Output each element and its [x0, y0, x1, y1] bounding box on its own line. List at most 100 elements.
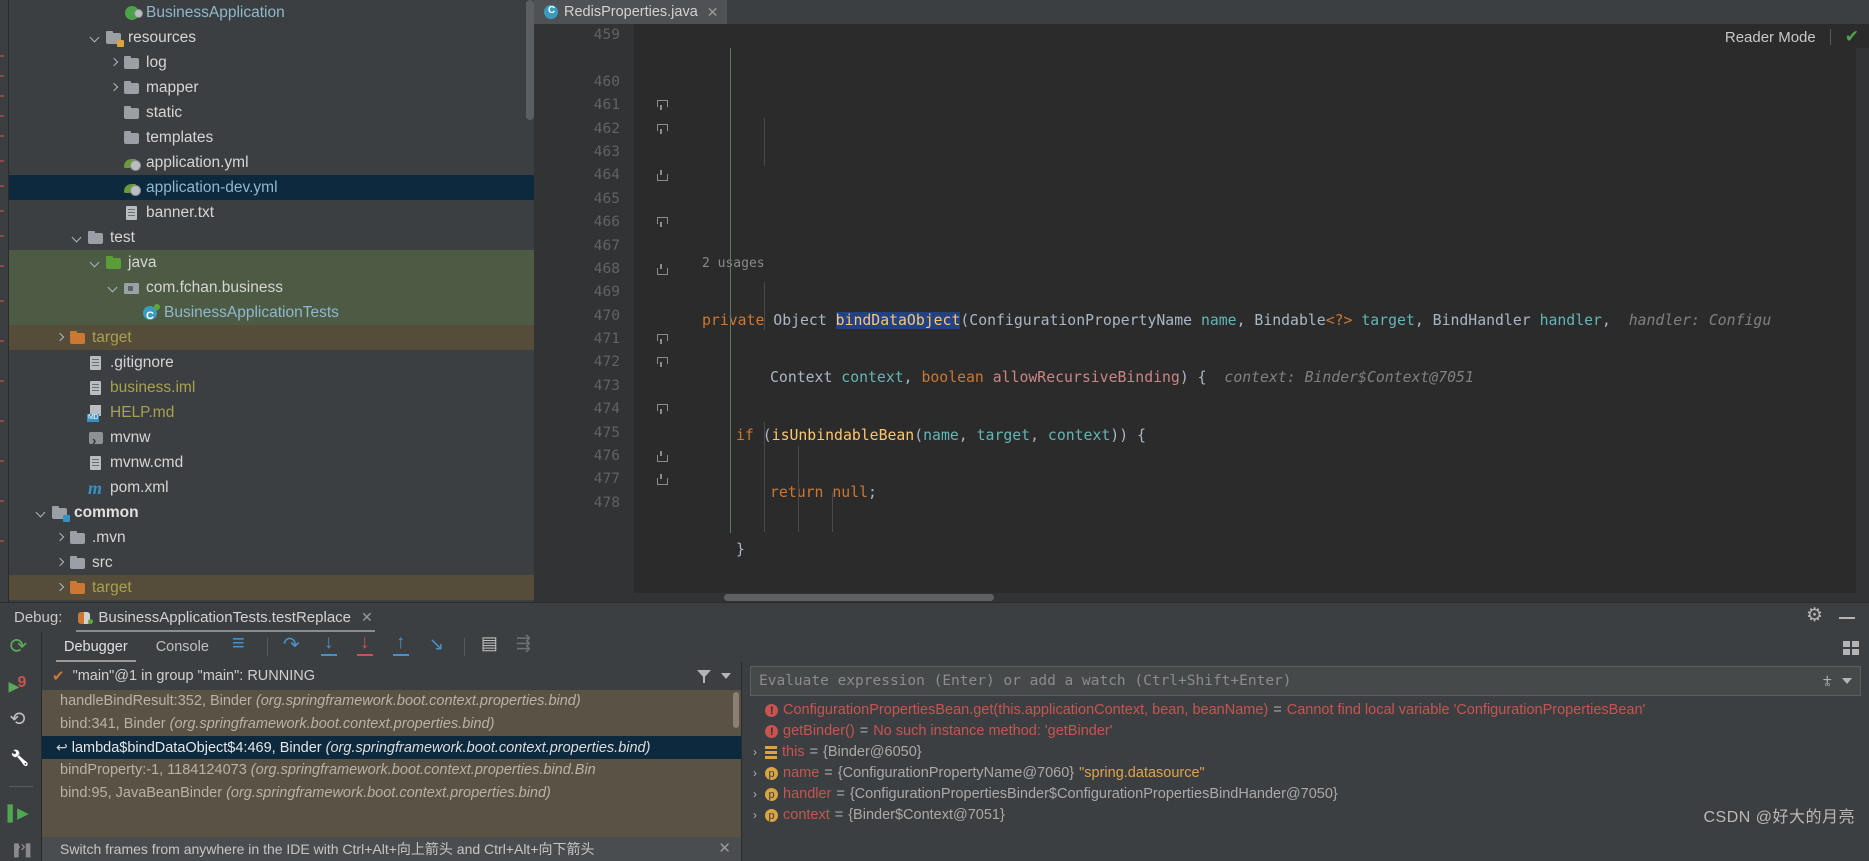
tree-item-mvnw-cmd[interactable]: mvnw.cmd	[9, 450, 534, 475]
chevron-right-icon[interactable]	[53, 531, 66, 544]
tree-item-log[interactable]: log	[9, 50, 534, 75]
evaluate-expression-input[interactable]: Evaluate expression (Enter) or add a wat…	[750, 666, 1861, 696]
line-number-471[interactable]: 471	[534, 328, 668, 351]
stack-frame-row[interactable]: bind:341, Binder (org.springframework.bo…	[42, 713, 741, 736]
stack-frame-row[interactable]: handleBindResult:352, Binder (org.spring…	[42, 690, 741, 713]
restore-layout-icon[interactable]	[10, 708, 32, 734]
filter-icon[interactable]	[697, 669, 711, 683]
line-number-463[interactable]: 463	[534, 141, 634, 164]
line-number-460[interactable]: 460	[534, 71, 634, 94]
tab-console[interactable]: Console	[142, 632, 223, 662]
variable-row[interactable]: › this = {Binder@6050}	[742, 742, 1869, 763]
line-number-467[interactable]: 467	[534, 235, 634, 258]
thread-selector[interactable]: ✔ "main"@1 in group "main": RUNNING	[42, 662, 741, 690]
tree-item-target[interactable]: target	[9, 325, 534, 350]
view-breakpoints-icon[interactable]	[9, 674, 32, 698]
tree-item-application-dev-yml[interactable]: application-dev.yml	[9, 175, 534, 200]
expand-chevron-icon[interactable]: ›	[750, 805, 760, 826]
tab-debugger[interactable]: Debugger	[50, 632, 142, 662]
resume-program-icon[interactable]	[8, 803, 32, 825]
line-number-478[interactable]: 478	[534, 492, 634, 515]
step-into-icon[interactable]	[319, 632, 341, 658]
tree-item-src[interactable]: src	[9, 550, 534, 575]
line-number-476[interactable]: 476	[534, 445, 668, 468]
tree-item-businessapplication[interactable]: BusinessApplication	[9, 0, 534, 25]
tree-item-banner-txt[interactable]: banner.txt	[9, 200, 534, 225]
line-number-459[interactable]: 459	[534, 24, 634, 47]
minimize-icon[interactable]	[1839, 616, 1855, 619]
tree-item-mvnw[interactable]: mvnw	[9, 425, 534, 453]
layout-settings-icon[interactable]	[1843, 640, 1859, 654]
line-number-462[interactable]: 462	[534, 118, 668, 141]
reader-mode-label[interactable]: Reader Mode	[1725, 29, 1816, 46]
more-actions-icon[interactable]: ››	[16, 838, 26, 855]
chevron-right-icon[interactable]	[107, 56, 120, 69]
tree-item-templates[interactable]: templates	[9, 125, 534, 150]
variable-row[interactable]: getBinder() = No such instance method: '…	[742, 721, 1869, 743]
step-over-icon[interactable]	[283, 632, 305, 658]
stack-frame-row[interactable]: bind:95, JavaBeanBinder (org.springframe…	[42, 782, 741, 805]
tree-item-resources[interactable]: resources	[9, 25, 534, 50]
tree-item-common[interactable]: common	[9, 500, 534, 525]
tree-item--gitignore[interactable]: .gitignore	[9, 350, 534, 375]
chevron-down-icon[interactable]	[71, 231, 84, 244]
line-number-475[interactable]: 475	[534, 422, 634, 445]
tree-item-java[interactable]: java	[9, 250, 534, 275]
rerun-icon[interactable]	[10, 634, 32, 662]
editor-marker-bar[interactable]	[1856, 48, 1869, 602]
evaluate-expression-icon[interactable]	[480, 633, 502, 658]
line-number-468[interactable]: 468	[534, 258, 668, 281]
chevron-right-icon[interactable]	[53, 581, 66, 594]
line-number-472[interactable]: 472	[534, 351, 668, 374]
line-number-469[interactable]: 469	[534, 281, 634, 304]
variable-row[interactable]: › handler = {ConfigurationPropertiesBinde…	[742, 784, 1869, 806]
chevron-right-icon[interactable]	[53, 331, 66, 344]
tree-item-mapper[interactable]: mapper	[9, 75, 534, 100]
force-step-into-icon[interactable]	[355, 632, 377, 658]
inspection-check-icon[interactable]: ✔	[1845, 27, 1859, 47]
expand-chevron-icon[interactable]: ›	[750, 742, 760, 763]
expand-chevron-icon[interactable]: ›	[750, 763, 760, 784]
stack-frame-row[interactable]: bindProperty:-1, 1184124073 (org.springf…	[42, 759, 741, 782]
line-number-464[interactable]: 464	[534, 164, 668, 187]
line-number-461[interactable]: 461	[534, 94, 668, 117]
chevron-down-icon[interactable]	[107, 281, 120, 294]
editor-horizontal-scrollbar[interactable]	[634, 593, 1869, 602]
tree-item-businessapplicationtests[interactable]: BusinessApplicationTests	[9, 300, 534, 329]
close-icon[interactable]: ✕	[361, 609, 373, 626]
line-number-gutter[interactable]: 459 460 461 462 463 464 465 466 467 468 469 470 471 4…	[534, 24, 668, 602]
variables-list[interactable]: ConfigurationPropertiesBean.get(this.app…	[742, 698, 1869, 861]
line-number-466[interactable]: 466	[534, 211, 668, 234]
variable-row[interactable]: ConfigurationPropertiesBean.get(this.app…	[742, 700, 1869, 722]
tree-item--mvn[interactable]: .mvn	[9, 525, 534, 550]
chevron-down-icon[interactable]	[89, 31, 102, 44]
tree-item-static[interactable]: static	[9, 100, 534, 125]
tree-item-pom-xml[interactable]: pom.xml	[9, 475, 534, 501]
debug-session-tab[interactable]: BusinessApplicationTests.testReplace ✕	[72, 603, 378, 632]
frames-list[interactable]: handleBindResult:352, Binder (org.spring…	[42, 690, 741, 837]
run-to-cursor-icon[interactable]	[427, 634, 449, 658]
mute-breakpoints-icon[interactable]	[516, 633, 538, 658]
line-number-477[interactable]: 477	[534, 468, 668, 491]
code-content[interactable]: 2 usages private Object bindDataObject(C…	[634, 24, 1869, 602]
close-icon[interactable]: ✕	[718, 837, 741, 861]
line-number-474[interactable]: 474	[534, 398, 668, 421]
project-tree[interactable]: BusinessApplication resources log mapper sta…	[9, 0, 534, 602]
chevron-down-icon[interactable]	[89, 256, 102, 269]
chevron-down-icon[interactable]	[35, 506, 48, 519]
variable-row[interactable]: › name = {ConfigurationPropertyName@7060}…	[742, 763, 1869, 785]
tree-item-application-yml[interactable]: application.yml	[9, 150, 534, 175]
tree-item-com-fchan-business[interactable]: com.fchan.business	[9, 275, 534, 300]
settings-wrench-icon[interactable]	[10, 748, 32, 770]
tree-item-target[interactable]: target	[9, 575, 534, 600]
line-number-473[interactable]: 473	[534, 375, 634, 398]
show-execution-point-icon[interactable]	[230, 630, 252, 658]
line-number-465[interactable]: 465	[534, 188, 634, 211]
line-number-470[interactable]: 470	[534, 305, 634, 328]
chevron-down-icon[interactable]	[721, 673, 731, 679]
chevron-right-icon[interactable]	[107, 81, 120, 94]
chevron-down-icon[interactable]	[1842, 678, 1852, 684]
tree-item-test[interactable]: test	[9, 225, 534, 250]
tree-item-business-iml[interactable]: business.iml	[9, 375, 534, 400]
tree-item-help-md[interactable]: HELP.md	[9, 400, 534, 425]
